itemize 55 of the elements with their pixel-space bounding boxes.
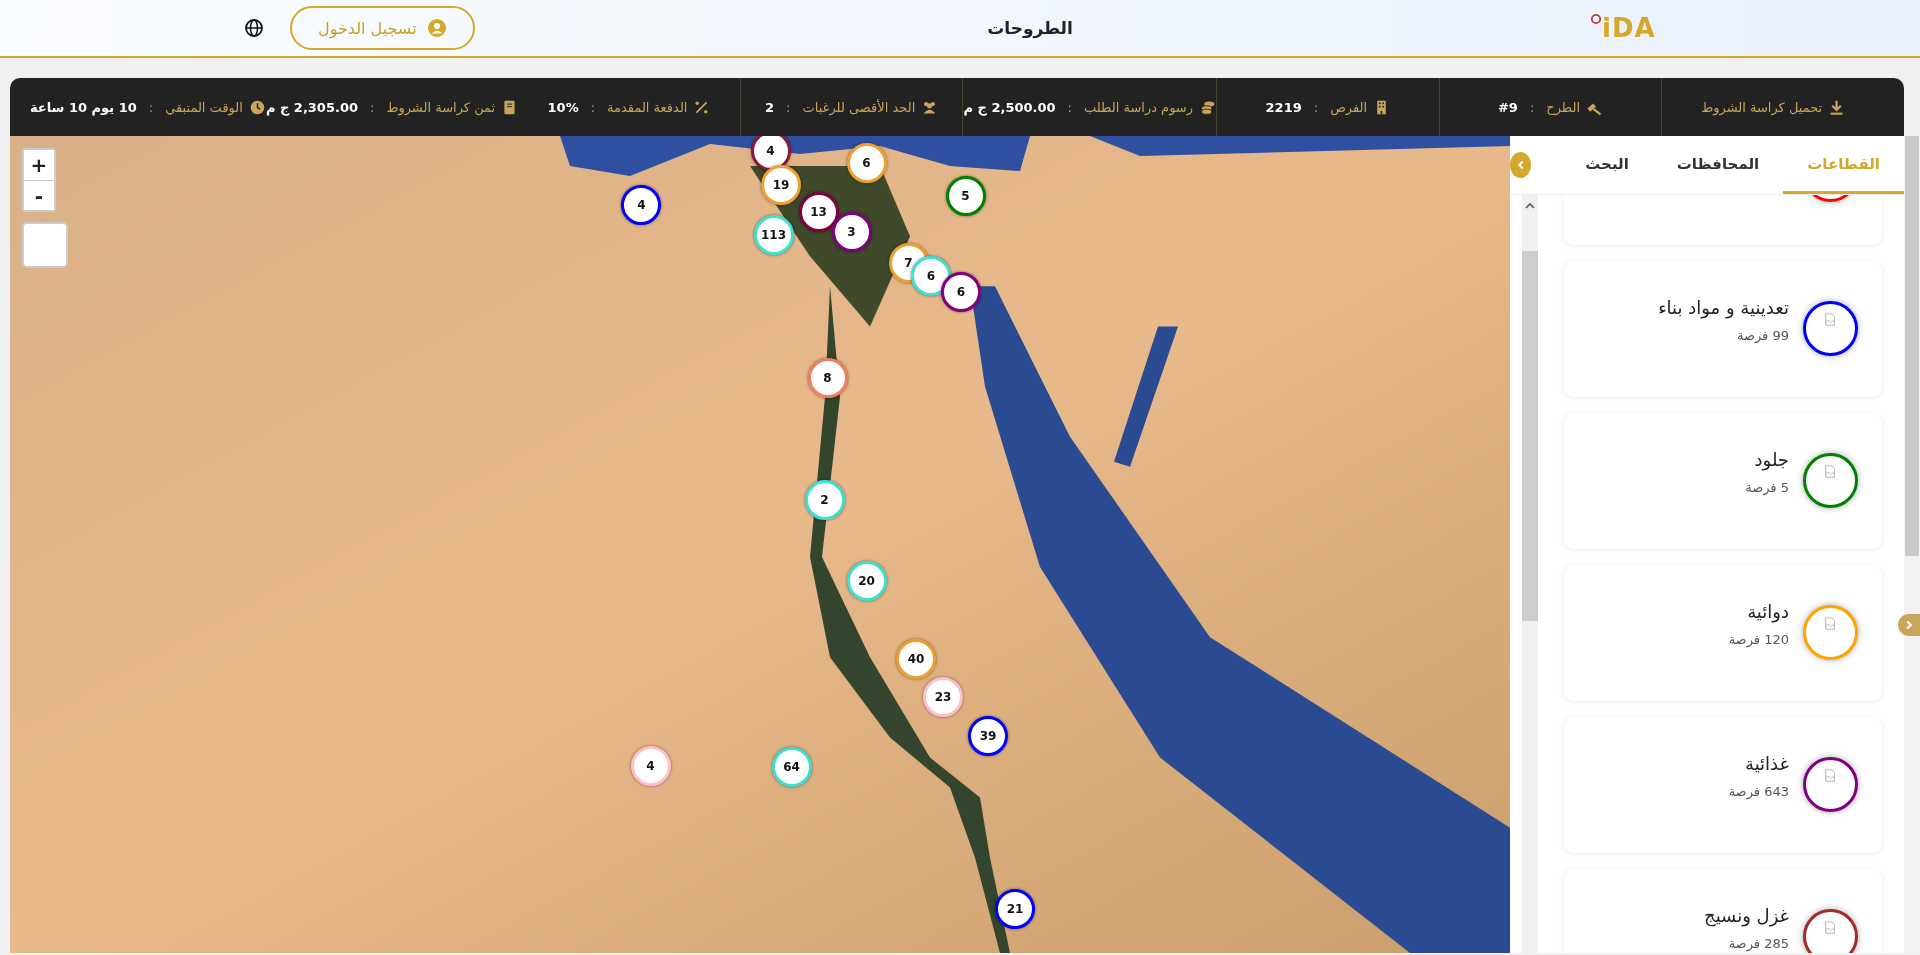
sector-name: تعدينية و مواد بناء [1658,297,1789,318]
sector-name: غذائية [1744,753,1789,774]
info-label: رسوم دراسة الطلب [1084,99,1194,115]
sector-count: 285 فرصة [1727,936,1789,951]
image-icon [1823,465,1837,479]
sector-count: 643 فرصة [1728,784,1789,799]
separator: : [590,99,596,115]
clock-icon [248,98,266,116]
zoom-out-button[interactable]: - [24,180,54,210]
sector-card[interactable]: تعدينية و مواد بناء 99 فرصة [1564,261,1882,397]
sector-count: 5 فرصة [1745,480,1789,495]
sector-card[interactable]: جلود 5 فرصة [1564,413,1882,549]
tab[interactable]: المحافظات [1652,136,1784,194]
image-icon [1823,313,1837,327]
info-value: 2,305.00 ج م [265,99,358,115]
info-value: #9 [1497,99,1518,115]
info-label: الفرص [1330,99,1368,115]
sector-count: 120 فرصة [1728,632,1789,647]
list-scrollbar[interactable] [1522,195,1538,953]
info-value: 10 يوم 10 ساعة [29,99,137,115]
globe-icon[interactable] [244,18,264,38]
download-link[interactable]: تحميل كراسة الشروط [1701,98,1846,116]
info-label: الحد الأقصى للرغبات [802,99,916,115]
sector-card[interactable]: غزل ونسيج 285 فرصة [1564,869,1882,953]
info-label: الطرح [1546,99,1581,115]
separator: : [1067,99,1072,115]
info-value: 10% [547,99,579,115]
layer-control-button[interactable] [22,222,68,268]
sector-card[interactable] [1564,195,1882,245]
info-value: 2 [765,99,775,115]
user-icon [426,18,447,38]
chevron-up-icon [1525,203,1535,209]
info-label: الدفعة المقدمة [607,99,688,115]
separator: : [370,99,375,115]
collapse-button[interactable] [1510,152,1532,178]
sector-card[interactable]: دوائية 120 فرصة [1564,565,1882,701]
sector-name: دوائية [1746,601,1789,622]
sector-card[interactable]: غذائية 643 فرصة [1564,717,1882,853]
info-value: 2219 [1265,99,1302,115]
expand-button[interactable] [1898,614,1920,636]
sector-name: جلود [1753,449,1789,470]
separator: : [1313,99,1319,115]
image-icon [1823,769,1837,783]
separator: : [148,99,154,115]
image-icon [1823,921,1837,935]
info-label: ثمن كراسة الشروط [386,99,496,115]
info-value: 2,500.00 ج م [963,99,1056,115]
image-icon [1823,617,1837,631]
separator: : [786,99,791,115]
page-title: الطروحات [986,18,1074,38]
separator: : [1529,99,1535,115]
sector-count: 99 فرصة [1735,328,1789,343]
info-label: الوقت المتبقي [165,99,243,115]
tab[interactable]: البحث [1561,136,1653,194]
sector-name: غزل ونسيج [1704,905,1789,926]
